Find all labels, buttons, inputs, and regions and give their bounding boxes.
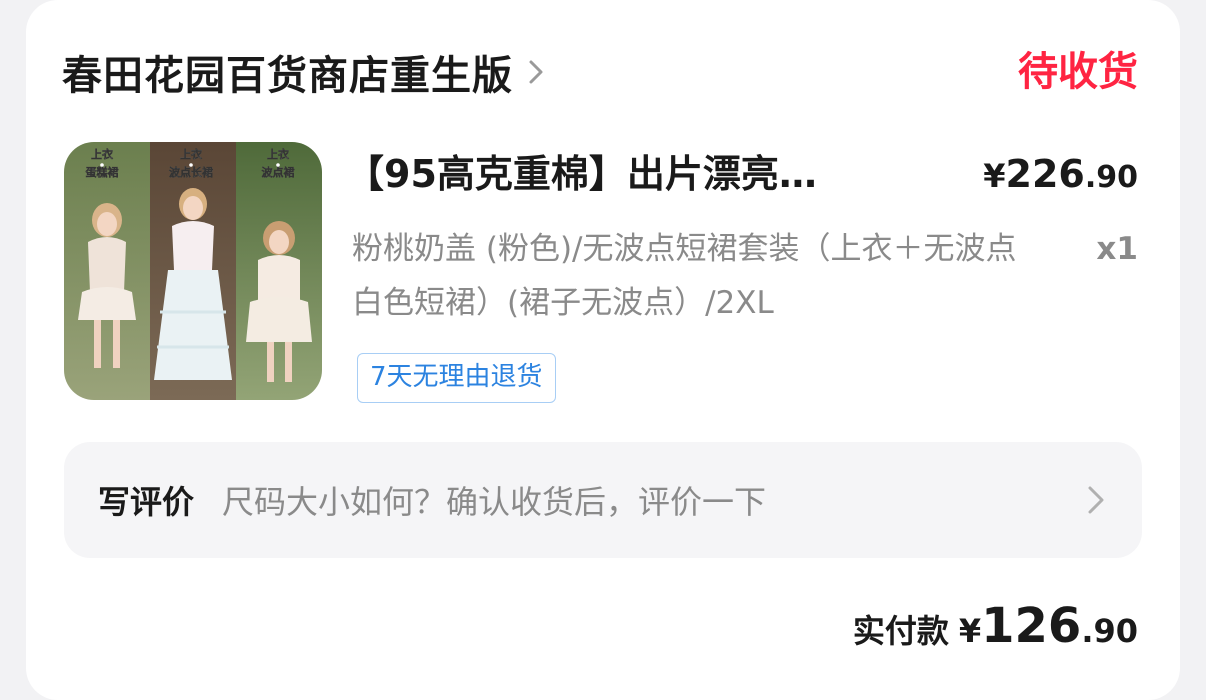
order-status: 待收货 <box>1018 49 1138 95</box>
product-title[interactable]: 【95高克重棉】出片漂亮… <box>346 146 936 202</box>
product-spec: 粉桃奶盖 (粉色)/无波点短裙套装（上衣＋无波点白色短裙）(裙子无波点）/2XL <box>352 231 1017 321</box>
product-price: ¥226.90 <box>983 146 1138 202</box>
product-quantity: x1 <box>1096 231 1138 267</box>
payment-currency: ¥ <box>958 612 982 650</box>
review-prompt: 尺码大小如何？确认收货后，评价一下 <box>222 483 767 521</box>
payment-integer: 126 <box>981 598 1082 654</box>
payment-label: 实付款 <box>852 612 949 650</box>
write-review-entry[interactable]: 写评价 尺码大小如何？确认收货后，评价一下 <box>64 442 1142 558</box>
thumb-label-2-top: 上衣 <box>180 147 203 161</box>
shop-link[interactable]: 春田花园百货商店重生版 <box>62 42 547 102</box>
chevron-right-icon <box>1088 486 1104 514</box>
chevron-right-icon <box>529 60 543 84</box>
thumb-label-1-top: 上衣 <box>91 147 114 161</box>
price-decimal: .90 <box>1084 160 1138 195</box>
thumb-label-1-bottom: 蛋糕裙 <box>86 165 119 179</box>
thumb-label-3-top: 上衣 <box>267 147 290 161</box>
product-thumbnail[interactable]: 上衣 蛋糕裙 上衣 波点长裙 上衣 波点裙 <box>64 142 322 400</box>
review-label: 写评价 <box>98 483 195 521</box>
return-policy-badge: 7天无理由退货 <box>357 353 556 403</box>
thumb-label-2-bottom: 波点长裙 <box>169 165 213 179</box>
shop-name: 春田花园百货商店重生版 <box>62 53 513 99</box>
payment-decimal: .90 <box>1081 612 1138 650</box>
price-currency: ¥ <box>983 157 1006 195</box>
price-integer: 226 <box>1005 152 1085 196</box>
thumb-label-3-bottom: 波点裙 <box>262 165 295 179</box>
payment-total: 实付款 ¥126.90 <box>853 598 1138 662</box>
